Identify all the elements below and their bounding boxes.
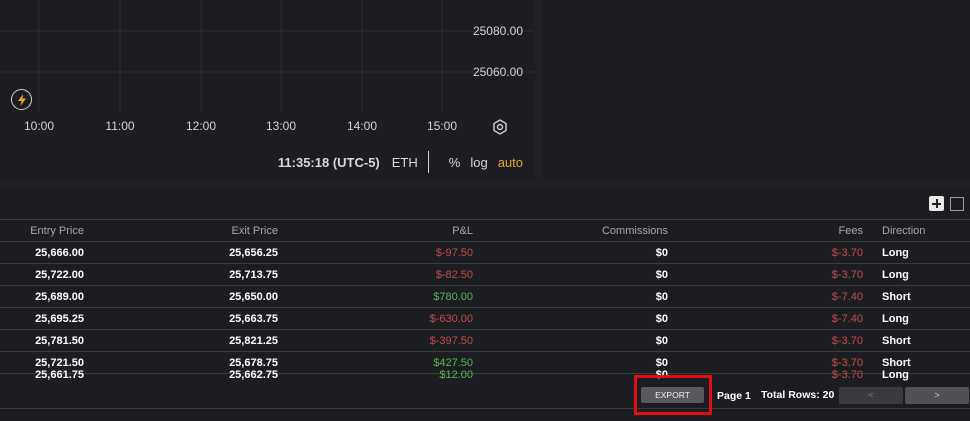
entry-price-cell: 25,695.25 [35, 313, 84, 325]
auto-scale-toggle[interactable]: auto [498, 155, 523, 170]
total-rows-label: Total Rows: 20 [761, 389, 835, 401]
column-header-exit-price[interactable]: Exit Price [232, 220, 278, 242]
highlight-box [634, 375, 712, 415]
clock-readout: 11:35:18 (UTC-5) [277, 154, 380, 170]
direction-cell: Long [882, 247, 909, 259]
gear-icon[interactable] [492, 119, 508, 135]
time-axis-tick: 12:00 [185, 119, 217, 133]
entry-price-cell: 25,781.50 [35, 335, 84, 347]
table-row[interactable]: 25,722.00 25,713.75 $-82.50 $0 $-3.70 Lo… [0, 264, 970, 286]
fees-cell: $-3.70 [831, 335, 863, 347]
quick-trade-button[interactable] [11, 89, 32, 110]
pnl-cell: $-97.50 [435, 247, 473, 259]
time-axis-tick: 13:00 [265, 119, 297, 133]
pnl-cell: $12.00 [439, 369, 473, 381]
pnl-cell: $-82.50 [435, 269, 473, 281]
fees-cell: $-7.40 [831, 313, 863, 325]
price-axis-label: 25080.00 [472, 24, 523, 38]
pnl-cell: $-630.00 [429, 313, 473, 325]
table-row[interactable]: 25,721.50 25,678.75 $427.50 $0 $-3.70 Sh… [0, 352, 970, 374]
exit-price-cell: 25,821.25 [229, 335, 278, 347]
fees-cell: $-3.70 [831, 369, 863, 381]
table-header: Entry Price Exit Price P&L Commissions F… [0, 220, 970, 242]
fees-cell: $-3.70 [831, 269, 863, 281]
trades-table: Entry Price Exit Price P&L Commissions F… [0, 219, 970, 382]
direction-cell: Long [882, 313, 909, 325]
column-header-entry-price[interactable]: Entry Price [30, 220, 84, 242]
table-row[interactable]: 25,781.50 25,821.25 $-397.50 $0 $-3.70 S… [0, 330, 970, 352]
column-header-direction[interactable]: Direction [882, 220, 925, 242]
next-page-button[interactable]: > [905, 387, 969, 404]
page-indicator: Page 1 [717, 390, 751, 402]
exit-price-cell: 25,663.75 [229, 313, 278, 325]
entry-price-cell: 25,666.00 [35, 247, 84, 259]
entry-price-cell: 25,689.00 [35, 291, 84, 303]
log-scale-toggle[interactable]: log [470, 155, 487, 170]
commissions-cell: $0 [655, 269, 668, 281]
table-row[interactable]: 25,661.75 25,662.75 $12.00 $0 $-3.70 Lon… [0, 369, 970, 382]
table-row[interactable]: 25,689.00 25,650.00 $780.00 $0 $-7.40 Sh… [0, 286, 970, 308]
table-row[interactable]: 25,666.00 25,656.25 $-97.50 $0 $-3.70 Lo… [0, 242, 970, 264]
time-axis-tick: 11:00 [105, 119, 135, 133]
direction-cell: Short [882, 291, 911, 303]
pnl-cell: $780.00 [433, 291, 473, 303]
exit-price-cell: 25,713.75 [229, 269, 278, 281]
time-axis-tick: 15:00 [426, 119, 458, 133]
entry-price-cell: 25,661.75 [35, 369, 84, 381]
price-axis-label: 25060.00 [472, 65, 523, 79]
chart-status-bar: 11:35:18 (UTC-5) ETH % log auto [278, 151, 523, 173]
direction-cell: Long [882, 269, 909, 281]
commissions-cell: $0 [655, 335, 668, 347]
symbol-label: ETH [391, 154, 418, 170]
column-header-commissions[interactable]: Commissions [602, 220, 668, 242]
entry-price-cell: 25,722.00 [35, 269, 84, 281]
exit-price-cell: 25,662.75 [229, 369, 278, 381]
pnl-cell: $-397.50 [429, 335, 473, 347]
previous-page-button[interactable]: < [839, 387, 903, 404]
commissions-cell: $0 [655, 247, 668, 259]
lightning-icon [17, 93, 26, 106]
direction-cell: Long [882, 369, 909, 381]
time-axis-tick: 10:00 [23, 119, 55, 133]
time-axis-tick: 14:00 [346, 119, 378, 133]
fees-cell: $-3.70 [831, 247, 863, 259]
maximize-icon[interactable] [950, 197, 964, 211]
price-chart-panel[interactable]: 25080.00 25060.00 10:00 11:00 12:00 13:0… [0, 0, 534, 180]
commissions-cell: $0 [655, 291, 668, 303]
divider [427, 151, 429, 173]
add-icon[interactable] [929, 196, 944, 211]
commissions-cell: $0 [655, 313, 668, 325]
exit-price-cell: 25,656.25 [229, 247, 278, 259]
percent-scale-toggle[interactable]: % [449, 155, 461, 170]
direction-cell: Short [882, 335, 911, 347]
side-panel [542, 0, 970, 180]
exit-price-cell: 25,650.00 [229, 291, 278, 303]
table-row[interactable]: 25,695.25 25,663.75 $-630.00 $0 $-7.40 L… [0, 308, 970, 330]
column-header-fees[interactable]: Fees [839, 220, 863, 242]
fees-cell: $-7.40 [831, 291, 863, 303]
column-header-pnl[interactable]: P&L [452, 220, 473, 242]
